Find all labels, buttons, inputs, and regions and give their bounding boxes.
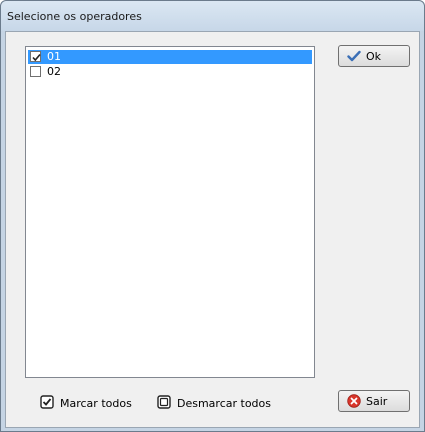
- checkmark-icon: [347, 50, 361, 62]
- ok-button[interactable]: Ok: [338, 45, 410, 67]
- ok-label: Ok: [366, 50, 382, 63]
- item-checkbox-unchecked[interactable]: [30, 66, 41, 77]
- title-bar[interactable]: Selecione os operadores: [1, 1, 424, 31]
- list-item-label: 01: [47, 50, 61, 63]
- checked-box-icon: [40, 395, 54, 409]
- empty-box-icon: [157, 395, 171, 409]
- item-checkbox-checked[interactable]: [30, 51, 41, 62]
- list-item-01[interactable]: 01: [28, 50, 312, 64]
- exit-button[interactable]: Sair: [338, 390, 410, 412]
- list-item-02[interactable]: 02: [28, 65, 312, 79]
- list-item-label: 02: [47, 65, 61, 78]
- operators-list[interactable]: 01 02: [25, 46, 315, 378]
- exit-label: Sair: [366, 395, 388, 408]
- close-circle-icon: [347, 394, 361, 408]
- check-all-label: Marcar todos: [60, 397, 132, 410]
- dialog-body: 01 02 Ok Marcar todos Desmarcar todos Sa…: [5, 31, 420, 428]
- window-title: Selecione os operadores: [7, 10, 142, 23]
- uncheck-all-label: Desmarcar todos: [177, 397, 271, 410]
- dialog-window: Selecione os operadores 01 02 Ok Marcar …: [0, 0, 425, 432]
